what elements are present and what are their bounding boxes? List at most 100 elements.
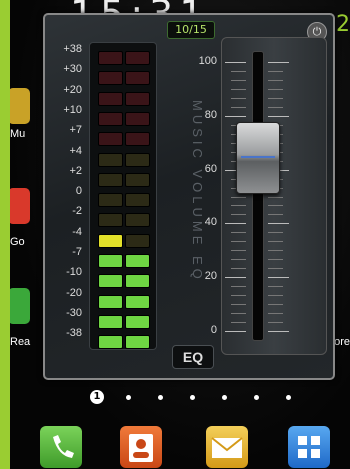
volume-tick — [268, 286, 283, 288]
meter-segment — [125, 51, 150, 65]
db-label: +2 — [69, 164, 82, 177]
app-icon-reader[interactable] — [10, 288, 30, 324]
meter-segment — [98, 314, 123, 329]
meter-segment — [125, 254, 150, 268]
volume-tick — [231, 196, 246, 198]
volume-tick — [268, 313, 283, 315]
volume-tick — [268, 79, 283, 81]
volume-tick — [231, 97, 246, 99]
volume-tick — [231, 232, 246, 234]
meter-segment — [98, 294, 123, 309]
meter-segment — [98, 91, 123, 106]
db-label: -38 — [66, 327, 82, 340]
page-dot[interactable] — [222, 395, 227, 400]
meter-segment — [125, 193, 150, 208]
volume-tick — [231, 295, 246, 297]
volume-tick — [231, 322, 246, 324]
meter-segment — [98, 193, 123, 208]
page-indicator[interactable]: 1 — [90, 390, 310, 404]
volume-tick — [268, 223, 289, 225]
volume-tick — [231, 106, 246, 108]
meter-segment — [125, 233, 150, 248]
messaging-icon[interactable] — [206, 426, 248, 468]
page-dot[interactable] — [126, 395, 131, 400]
app-label-google: Go — [10, 236, 25, 248]
meter-segment — [125, 111, 150, 126]
volume-scale-label: 0 — [210, 324, 217, 336]
volume-tick — [225, 331, 246, 332]
meter-segment — [125, 294, 150, 309]
volume-tick — [225, 277, 246, 279]
meter-segment — [125, 132, 150, 147]
volume-tick — [231, 259, 246, 261]
eq-button[interactable]: EQ — [172, 345, 214, 369]
meter-segment — [98, 254, 123, 268]
volume-tick — [231, 214, 246, 216]
meter-segment — [125, 335, 150, 350]
db-label: -4 — [72, 225, 82, 238]
app-label-music: Mu — [10, 128, 26, 140]
volume-tick — [231, 304, 246, 306]
volume-tick — [231, 286, 246, 288]
volume-tick — [268, 241, 283, 243]
meter-segment — [98, 274, 123, 289]
volume-slider-track[interactable] — [252, 51, 264, 341]
volume-scale-label: 100 — [198, 55, 217, 67]
volume-tick — [225, 62, 246, 63]
volume-tick — [268, 196, 283, 198]
music-volume-eq-widget: 10/15 ⏻ +38 +30 +20 +10 +7 +4 +2 0 -2 -4 -7 -10 -20-… — [43, 13, 335, 380]
meter-segment — [125, 274, 150, 289]
db-label: -10 — [66, 266, 82, 279]
volume-tick — [268, 97, 283, 99]
level-meter — [89, 42, 157, 350]
volume-tick — [231, 268, 246, 270]
volume-tick — [268, 214, 283, 216]
page-dot[interactable] — [286, 395, 291, 400]
page-indicator-active[interactable]: 1 — [90, 390, 104, 404]
volume-tick — [231, 88, 246, 90]
app-icon-music[interactable] — [10, 88, 30, 124]
meter-segment — [125, 91, 150, 106]
meter-segment — [98, 233, 123, 248]
apps-grid-icon[interactable] — [288, 426, 330, 468]
volume-slider-handle[interactable] — [236, 122, 280, 195]
volume-tick — [268, 304, 283, 306]
meter-segment — [98, 132, 123, 147]
volume-tick — [231, 79, 246, 81]
volume-tick — [268, 259, 283, 261]
volume-tick — [268, 295, 283, 297]
db-label: -2 — [72, 205, 82, 218]
app-label-store: ore — [334, 336, 350, 348]
meter-segment — [98, 111, 123, 126]
page-dot[interactable] — [158, 395, 163, 400]
volume-scale-label: 40 — [204, 216, 217, 229]
db-label: -20 — [66, 286, 82, 299]
volume-scale-label: 20 — [204, 270, 217, 283]
volume-tick — [231, 70, 246, 72]
volume-tick — [268, 70, 283, 72]
volume-tick — [268, 115, 289, 117]
phone-icon[interactable] — [40, 426, 82, 468]
meter-segment — [125, 71, 150, 86]
widget-vertical-title: MUSIC VOLUME EQ — [190, 100, 205, 283]
preset-counter[interactable]: 10/15 — [167, 21, 215, 39]
db-label: 0 — [75, 185, 82, 198]
meter-segment — [125, 314, 150, 329]
meter-segment — [98, 172, 123, 187]
app-icon-google[interactable] — [10, 188, 30, 224]
db-label: +10 — [63, 103, 82, 116]
page-dot[interactable] — [190, 395, 195, 400]
db-label: -30 — [66, 306, 82, 319]
db-label: +38 — [63, 43, 82, 55]
meter-segment — [125, 213, 150, 228]
contacts-icon[interactable] — [120, 426, 162, 468]
page-dot[interactable] — [254, 395, 259, 400]
db-label: -7 — [72, 246, 82, 258]
db-label: +7 — [69, 124, 82, 137]
volume-tick — [231, 313, 246, 315]
meter-segment — [98, 152, 123, 167]
db-label: +30 — [63, 63, 82, 76]
volume-handle-indicator — [241, 156, 275, 159]
volume-tick — [268, 322, 283, 324]
volume-tick — [268, 62, 289, 63]
